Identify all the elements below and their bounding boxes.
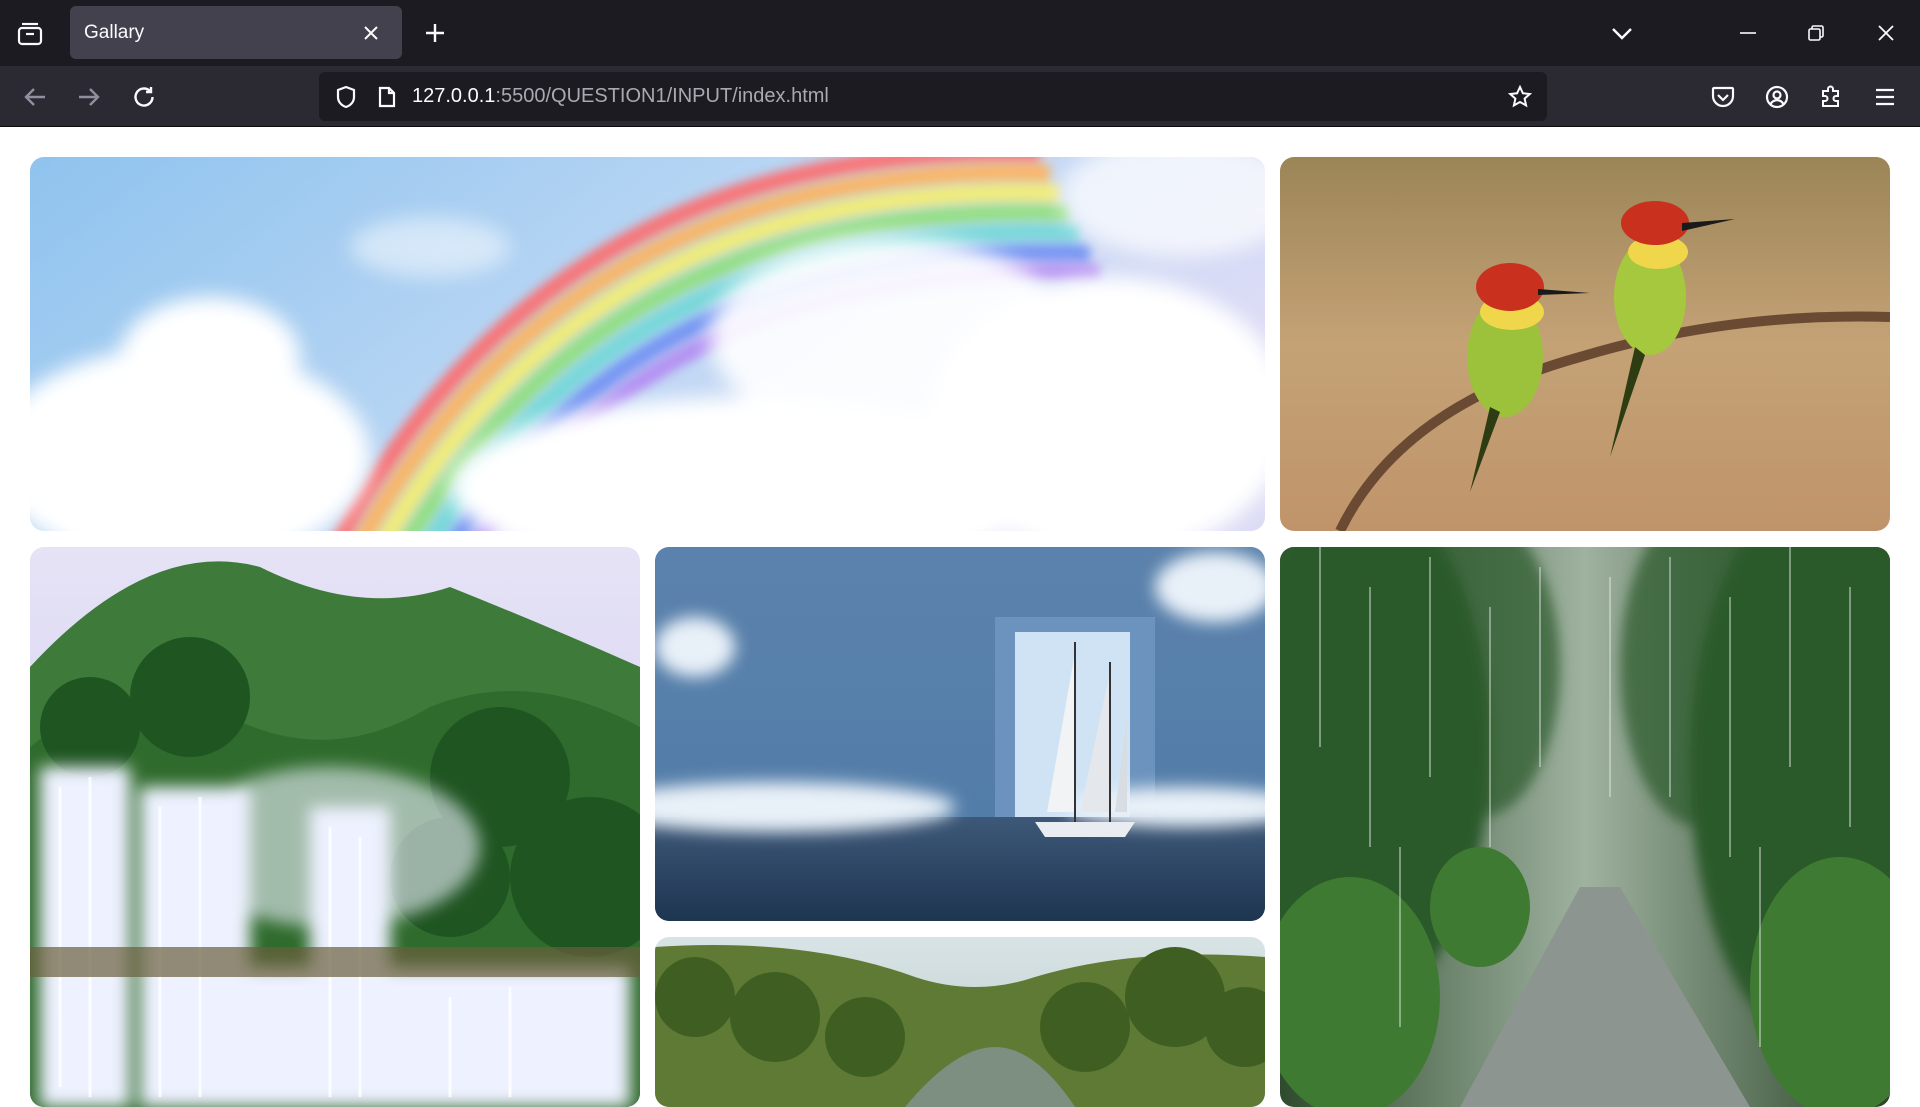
pocket-icon[interactable] <box>1708 82 1738 112</box>
url-path: :5500/QUESTION1/INPUT/index.html <box>495 85 829 107</box>
account-icon[interactable] <box>1762 82 1792 112</box>
tab-overview-icon[interactable] <box>14 20 46 48</box>
page-icon[interactable] <box>373 82 401 112</box>
gallery-image-birds[interactable] <box>1280 157 1890 531</box>
minimize-icon[interactable] <box>1732 20 1764 46</box>
chevron-down-icon[interactable] <box>1608 20 1636 46</box>
gallery-image-waterfall[interactable] <box>30 547 640 1107</box>
close-icon[interactable] <box>358 20 384 46</box>
star-icon[interactable] <box>1505 82 1535 112</box>
tab-active[interactable]: Gallary <box>70 6 402 59</box>
url-bar[interactable]: 127.0.0.1:5500/QUESTION1/INPUT/index.htm… <box>319 72 1547 121</box>
shield-icon[interactable] <box>331 82 361 112</box>
arrow-right-icon[interactable] <box>74 82 104 112</box>
arrow-left-icon[interactable] <box>20 82 50 112</box>
reload-icon[interactable] <box>129 82 159 112</box>
plus-icon[interactable] <box>420 18 450 48</box>
gallery-image-rainy-road[interactable] <box>1280 547 1890 1107</box>
tab-title: Gallary <box>84 22 145 43</box>
puzzle-icon[interactable] <box>1816 82 1846 112</box>
url-text[interactable]: 127.0.0.1:5500/QUESTION1/INPUT/index.htm… <box>412 72 829 121</box>
gallery-image-forest-river[interactable] <box>655 937 1265 1107</box>
url-host: 127.0.0.1 <box>412 85 496 107</box>
hamburger-icon[interactable] <box>1870 82 1900 112</box>
restore-icon[interactable] <box>1800 20 1832 46</box>
close-window-icon[interactable] <box>1870 20 1902 46</box>
gallery-image-sailboat[interactable] <box>655 547 1265 921</box>
gallery-image-rainbow[interactable] <box>30 157 1265 531</box>
tab-bar: Gallary <box>0 0 1920 66</box>
